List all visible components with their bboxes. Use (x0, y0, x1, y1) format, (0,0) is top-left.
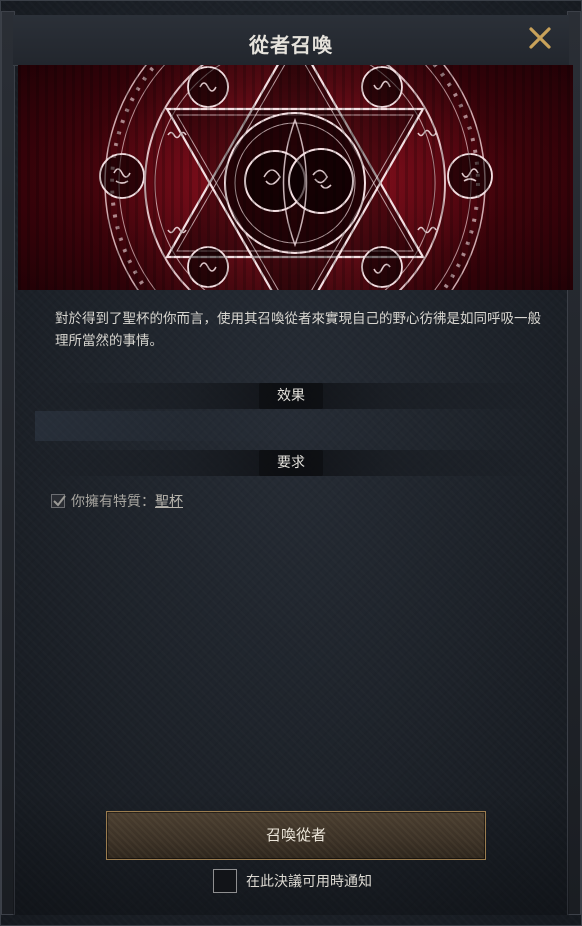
notify-checkbox[interactable] (213, 869, 237, 893)
requirement-text: 你擁有特質： (71, 494, 155, 510)
notify-option: 在此決議可用時通知 (213, 868, 372, 894)
effect-header-label: 效果 (259, 383, 323, 409)
effect-content (35, 411, 555, 441)
summon-servant-button[interactable]: 召喚從者 (106, 811, 486, 860)
close-button[interactable] (525, 23, 555, 53)
requirement-item: 你擁有特質： 聖杯 (51, 491, 183, 511)
requirement-section-header: 要求 (1, 450, 581, 476)
close-x-icon (529, 27, 551, 49)
summoning-circle-icon (95, 65, 495, 290)
decision-window: 從者召喚 對於得到了聖杯的你而言，使用其召喚從者來實現自己的野心彷彿是如同呼吸一… (0, 0, 582, 926)
decision-description: 對於得到了聖杯的你而言，使用其召喚從者來實現自己的野心彷彿是如同呼吸一般理所當然… (55, 311, 541, 349)
effect-section-header: 效果 (1, 383, 581, 409)
banner-image (18, 65, 573, 290)
window-title: 從者召喚 (249, 33, 333, 57)
requirement-header-label: 要求 (259, 450, 323, 476)
window-header: 從者召喚 (13, 15, 569, 66)
trait-link[interactable]: 聖杯 (155, 491, 183, 511)
notify-label: 在此決議可用時通知 (246, 874, 372, 890)
checkmark-icon (51, 494, 66, 508)
